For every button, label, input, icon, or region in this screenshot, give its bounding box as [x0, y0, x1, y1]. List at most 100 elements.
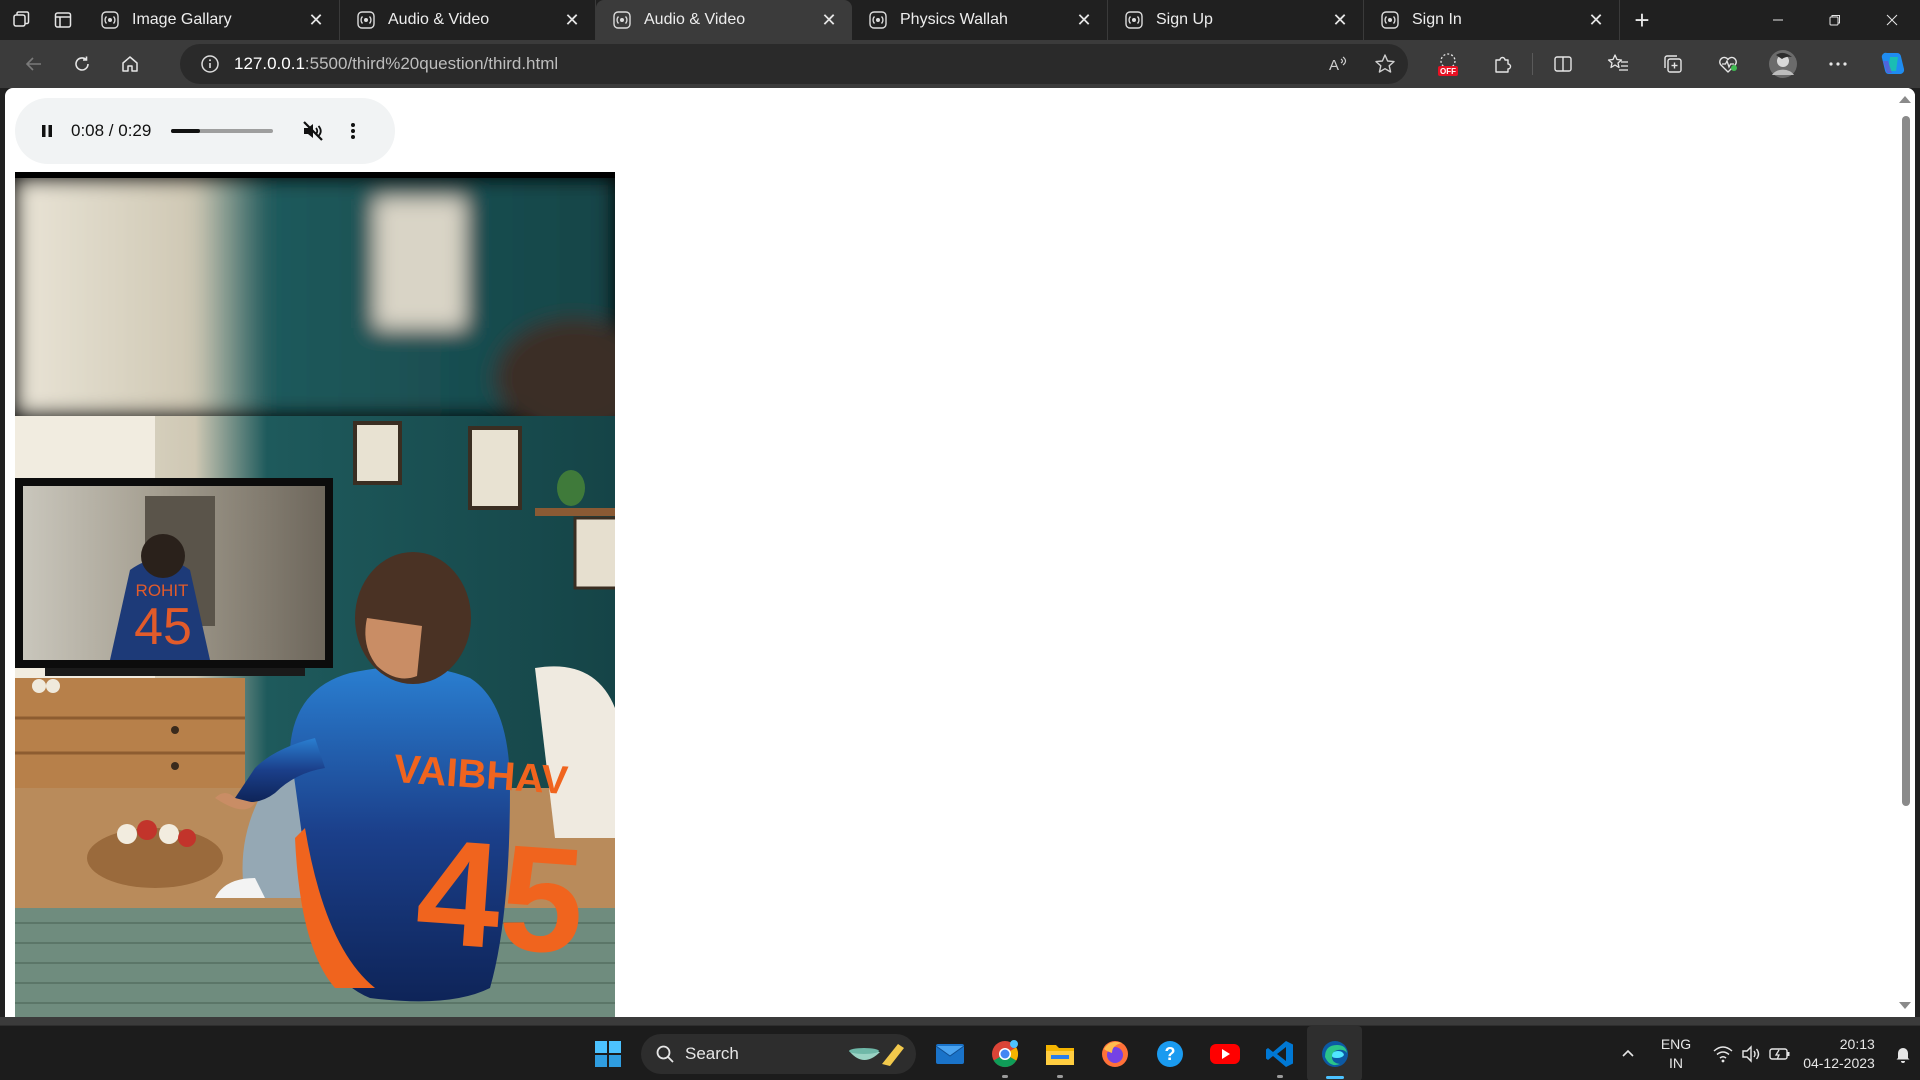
back-arrow-icon [25, 57, 41, 71]
close-icon [1886, 14, 1897, 26]
running-indicator [1001, 1075, 1008, 1078]
heart-pulse-icon [1718, 56, 1737, 73]
scrollbar-thumb[interactable] [1902, 116, 1910, 806]
clock[interactable]: 20:13 04-12-2023 [1800, 1026, 1886, 1080]
collections-icon [1663, 55, 1682, 73]
taskbar-firefox[interactable] [1087, 1026, 1142, 1080]
back-button[interactable] [10, 40, 58, 88]
video-frame: ROHIT 45 VAIBHAV 45 [15, 178, 615, 1017]
close-icon[interactable]: ✕ [1587, 10, 1605, 30]
bell-icon [1896, 1047, 1910, 1063]
audio-more-options-button[interactable] [349, 121, 357, 141]
read-aloud-icon[interactable]: A [1328, 54, 1350, 74]
tab-audio-video-2[interactable]: Audio & Video ✕ [596, 0, 852, 40]
close-icon[interactable]: ✕ [307, 10, 325, 30]
home-button[interactable] [106, 40, 154, 88]
plus-icon: + [1634, 4, 1650, 35]
more-horizontal-icon [1828, 62, 1847, 66]
toolbar-separator [1532, 53, 1533, 75]
taskbar: Search ? ENG IN 20:13 04-12-2023 [0, 1025, 1920, 1080]
site-info-icon[interactable] [200, 54, 220, 74]
collections-button[interactable] [1645, 40, 1700, 88]
start-button[interactable] [580, 1026, 635, 1080]
system-tray: ENG IN 20:13 04-12-2023 [1608, 1026, 1920, 1080]
jersey-main-number: 45 [412, 807, 590, 986]
close-icon[interactable]: ✕ [1075, 10, 1093, 30]
restore-button[interactable] [1806, 0, 1863, 40]
windows-logo-icon [594, 1040, 621, 1067]
language-indicator[interactable]: ENG IN [1648, 1026, 1704, 1080]
favorite-star-icon[interactable] [1374, 53, 1396, 75]
live-server-favicon-icon [868, 10, 888, 30]
tab-sign-in[interactable]: Sign In ✕ [1364, 0, 1620, 40]
split-screen-icon [1553, 56, 1572, 72]
mute-button[interactable] [301, 119, 325, 143]
search-icon [656, 1045, 674, 1063]
volume-icon [1742, 1044, 1760, 1063]
vertical-scrollbar[interactable] [1895, 88, 1915, 1017]
workspaces-icon [13, 11, 30, 27]
region-code: IN [1669, 1054, 1683, 1071]
favorites-list-icon [1607, 54, 1628, 71]
copilot-button[interactable] [1865, 40, 1920, 88]
refresh-button[interactable] [58, 40, 106, 88]
notifications-button[interactable] [1886, 1026, 1920, 1080]
settings-more-button[interactable] [1810, 40, 1865, 88]
taskbar-file-explorer[interactable] [1032, 1026, 1087, 1080]
extension-badge-label: OFF [1440, 67, 1456, 76]
extension-badge-icon: OFF [1437, 53, 1458, 76]
search-highlight-icon [849, 1043, 904, 1066]
home-icon [122, 56, 138, 72]
edge-icon [1321, 1040, 1348, 1067]
audio-seek-slider[interactable] [171, 129, 274, 133]
taskbar-mail[interactable] [922, 1026, 977, 1080]
split-screen-button[interactable] [1535, 40, 1590, 88]
tab-sign-up[interactable]: Sign Up ✕ [1108, 0, 1364, 40]
browser-essentials-button[interactable] [1700, 40, 1755, 88]
tab-title: Image Gallary [132, 11, 232, 28]
window-bottom-edge [0, 1017, 1920, 1025]
workspaces-button[interactable] [0, 0, 42, 40]
pause-button[interactable] [39, 123, 55, 139]
new-tab-button[interactable]: + [1620, 0, 1664, 40]
profile-button[interactable] [1755, 40, 1810, 88]
chevron-up-icon [1622, 1049, 1634, 1057]
scroll-up-arrow-icon[interactable] [1899, 96, 1911, 103]
favorites-button[interactable] [1590, 40, 1645, 88]
taskbar-get-help[interactable]: ? [1142, 1026, 1197, 1080]
video-player[interactable]: ROHIT 45 VAIBHAV 45 [15, 172, 615, 1017]
scroll-down-arrow-icon[interactable] [1899, 1002, 1911, 1009]
svg-text:?: ? [1164, 1044, 1175, 1064]
show-hidden-icons-button[interactable] [1608, 1026, 1648, 1080]
wifi-icon [1713, 1045, 1733, 1062]
taskbar-edge[interactable] [1307, 1026, 1362, 1080]
running-indicator [1276, 1075, 1283, 1078]
extension-off-button[interactable]: OFF [1420, 40, 1475, 88]
close-icon[interactable]: ✕ [820, 10, 838, 30]
tab-image-gallary[interactable]: Image Gallary ✕ [84, 0, 340, 40]
live-server-favicon-icon [1380, 10, 1400, 30]
tab-actions-button[interactable] [42, 0, 84, 40]
help-icon: ? [1156, 1040, 1183, 1067]
close-icon[interactable]: ✕ [1331, 10, 1349, 30]
close-window-button[interactable] [1863, 0, 1920, 40]
taskbar-youtube[interactable] [1197, 1026, 1252, 1080]
address-bar[interactable]: 127.0.0.1:5500/third%20question/third.ht… [180, 44, 1408, 84]
close-icon[interactable]: ✕ [563, 10, 581, 30]
tab-audio-video-1[interactable]: Audio & Video ✕ [340, 0, 596, 40]
taskbar-vscode[interactable] [1252, 1026, 1307, 1080]
tab-physics-wallah[interactable]: Physics Wallah ✕ [852, 0, 1108, 40]
clock-date: 04-12-2023 [1803, 1054, 1875, 1071]
folder-icon [1045, 1044, 1074, 1065]
url-host: 127.0.0.1 [234, 54, 305, 73]
tab-title: Physics Wallah [900, 11, 1008, 28]
extensions-button[interactable] [1475, 40, 1530, 88]
minimize-button[interactable] [1749, 0, 1806, 40]
svg-text:A: A [1329, 57, 1339, 74]
taskbar-chrome[interactable] [977, 1026, 1032, 1080]
quick-settings-button[interactable] [1704, 1026, 1800, 1080]
audio-progress-fill [171, 129, 200, 133]
taskbar-search-box[interactable]: Search [641, 1033, 916, 1074]
tv-jersey-number: 45 [134, 598, 192, 656]
search-label: Search [685, 1043, 739, 1063]
